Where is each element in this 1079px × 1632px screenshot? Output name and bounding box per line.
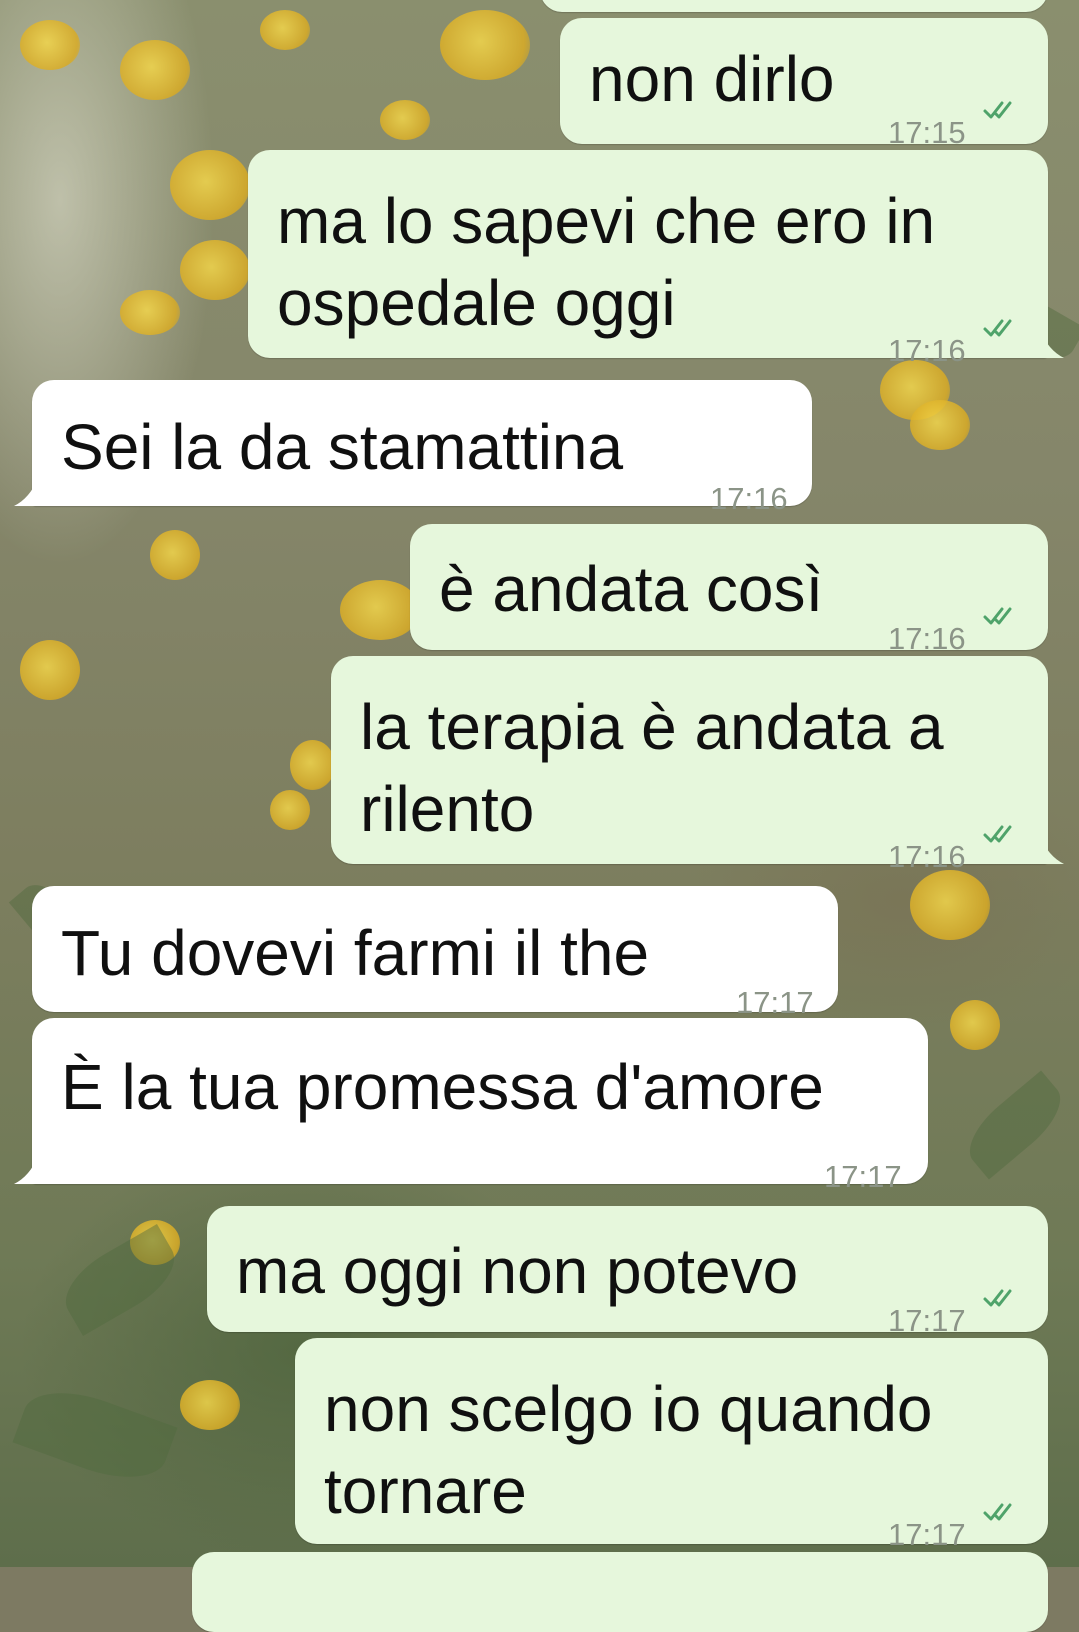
message-text: Tu dovevi farmi il the <box>61 917 650 989</box>
message-time: 17:16 <box>888 839 966 874</box>
message-text-line: ma lo sapevi che ero in <box>277 185 936 257</box>
message-text: non dirlo <box>589 43 835 115</box>
message-bubble-outgoing[interactable]: la terapia è andata a rilento 17:16 <box>331 656 1048 874</box>
message-bubble-outgoing[interactable]: non dirlo 17:15 <box>560 18 1048 150</box>
message-text-line: tornare <box>324 1455 527 1527</box>
message-time: 17:16 <box>888 333 966 368</box>
message-bubble-partial[interactable] <box>540 0 1048 12</box>
message-bubble-outgoing[interactable]: ma lo sapevi che ero in ospedale oggi 17… <box>248 150 1048 368</box>
message-text-line: ospedale oggi <box>277 267 676 339</box>
message-bubble-partial[interactable] <box>192 1552 1048 1632</box>
bubble-tail <box>14 478 38 506</box>
bubble-tail <box>14 1156 38 1184</box>
message-text-line: rilento <box>360 773 535 845</box>
message-bubble-outgoing[interactable]: ma oggi non potevo 17:17 <box>207 1206 1048 1338</box>
double-check-icon <box>983 1289 1012 1307</box>
message-text: ma oggi non potevo <box>236 1235 799 1307</box>
double-check-icon <box>983 1503 1012 1521</box>
message-bubble-incoming[interactable]: Sei la da stamattina 17:16 <box>32 380 812 516</box>
double-check-icon <box>983 825 1012 843</box>
bubble-tail <box>1040 836 1064 864</box>
message-bubble-outgoing[interactable]: è andata così 17:16 <box>410 524 1048 656</box>
message-text: Sei la da stamattina <box>61 411 624 483</box>
message-bubble-incoming[interactable]: Tu dovevi farmi il the 17:17 <box>32 886 838 1020</box>
message-text-line: la terapia è andata a <box>360 691 944 763</box>
double-check-icon <box>983 319 1012 337</box>
message-bubble-outgoing[interactable]: non scelgo io quando tornare 17:17 <box>295 1338 1048 1552</box>
double-check-icon <box>983 607 1012 625</box>
bubble-tail <box>1040 330 1064 358</box>
message-text: È la tua promessa d'amore <box>61 1051 824 1123</box>
double-check-icon <box>983 101 1012 119</box>
message-text-line: non scelgo io quando <box>324 1373 933 1445</box>
message-text: è andata così <box>439 553 824 625</box>
message-bubble-incoming[interactable]: È la tua promessa d'amore 17:17 <box>32 1018 928 1194</box>
